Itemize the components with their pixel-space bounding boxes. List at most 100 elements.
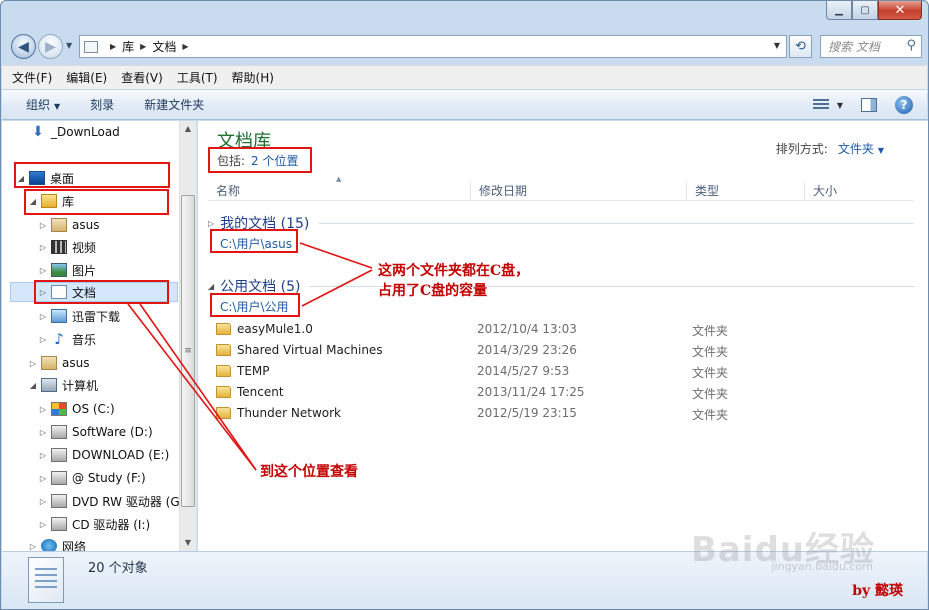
content-pane: 文档库 包括: 2 个位置 排列方式: 文件夹 ▼ ▲ 名称 修改日期 类型 大小 ▷… [198, 121, 928, 551]
collapsed-triangle-icon[interactable]: ▷ [38, 243, 48, 252]
scroll-down-icon[interactable]: ▼ [180, 535, 196, 551]
tree-item-computer[interactable]: ◢ 计算机 [28, 375, 98, 395]
address-history-chevron-icon[interactable]: ▼ [774, 41, 780, 50]
refresh-button[interactable]: ⟲ [789, 35, 812, 58]
file-row[interactable]: Tencent 2013/11/24 17:25 文件夹 [214, 383, 914, 404]
minimize-button[interactable]: ▁ [826, 1, 852, 20]
collapsed-triangle-icon[interactable]: ▷ [28, 542, 38, 551]
tree-item-asus-user[interactable]: ▷ asus [28, 353, 89, 373]
group-header-my-documents[interactable]: ▷ 我的文档 (15) [208, 213, 914, 233]
tree-item-asus-lib[interactable]: ▷ asus [38, 215, 99, 235]
column-date-modified[interactable]: 修改日期 [470, 182, 686, 200]
file-name: Shared Virtual Machines [237, 343, 383, 357]
help-icon[interactable]: ? [895, 96, 913, 114]
tree-item-drive-e[interactable]: ▷ DOWNLOAD (E:) [38, 445, 169, 465]
highlight-includes [208, 147, 312, 173]
collapsed-triangle-icon[interactable]: ▷ [28, 359, 38, 368]
tree-item-videos[interactable]: ▷ 视频 [38, 237, 96, 257]
forward-button[interactable]: ▶ [38, 34, 63, 59]
hard-drive-icon [51, 448, 67, 462]
nav-scrollbar[interactable]: ▲ ≡ ▼ [179, 121, 196, 551]
search-icon[interactable]: ⚲ [906, 38, 916, 53]
music-icon: ♪ [54, 330, 64, 348]
collapsed-triangle-icon[interactable]: ▷ [38, 335, 48, 344]
download-folder-icon [51, 309, 67, 323]
tree-item-cd-drive[interactable]: ▷ CD 驱动器 (I:) [38, 514, 150, 534]
close-button[interactable]: ✕ [878, 1, 922, 20]
video-icon [51, 240, 67, 254]
breadcrumb-separator-icon[interactable]: ▶ [140, 42, 146, 51]
collapsed-triangle-icon[interactable]: ▷ [38, 474, 48, 483]
documents-large-icon [28, 557, 64, 603]
tree-item-drive-f[interactable]: ▷ @ Study (F:) [38, 468, 146, 488]
file-row[interactable]: TEMP 2014/5/27 9:53 文件夹 [214, 362, 914, 383]
new-folder-button[interactable]: 新建文件夹 [144, 96, 204, 113]
arrange-by-dropdown[interactable]: 文件夹 [838, 142, 874, 156]
file-date: 2014/3/29 23:26 [477, 343, 577, 357]
arrange-label: 排列方式: [775, 142, 828, 156]
preview-pane-icon[interactable] [861, 98, 877, 112]
file-row[interactable]: Shared Virtual Machines 2014/3/29 23:26 … [214, 341, 914, 362]
change-view-button[interactable]: ▼ [812, 99, 843, 111]
tree-label: OS (C:) [72, 402, 115, 416]
maximize-button[interactable]: ▢ [852, 1, 878, 20]
organize-button[interactable]: 组织 ▼ [26, 96, 60, 113]
collapsed-triangle-icon[interactable]: ▷ [38, 520, 48, 529]
item-count: 20 个对象 [88, 561, 148, 576]
file-date: 2012/10/4 13:03 [477, 322, 577, 336]
tree-item-drive-c[interactable]: ▷ OS (C:) [38, 399, 115, 419]
collapsed-triangle-icon[interactable]: ▷ [38, 221, 48, 230]
collapsed-triangle-icon[interactable]: ▷ [208, 219, 214, 228]
tree-label: 网络 [62, 539, 87, 552]
tree-item-download[interactable]: ⬇ _DownLoad [30, 122, 120, 142]
column-size[interactable]: 大小 [804, 182, 912, 200]
tree-item-music[interactable]: ▷ ♪ 音乐 [38, 329, 96, 349]
tree-item-thunder-downloads[interactable]: ▷ 迅雷下载 [38, 306, 120, 326]
optical-drive-icon [51, 494, 67, 508]
hard-drive-icon [51, 471, 67, 485]
menu-tools[interactable]: 工具(T) [177, 69, 218, 86]
collapsed-triangle-icon[interactable]: ▷ [38, 266, 48, 275]
column-name[interactable]: 名称 [208, 182, 470, 200]
menu-file[interactable]: 文件(F) [12, 69, 52, 86]
menu-edit[interactable]: 编辑(E) [66, 69, 107, 86]
collapsed-triangle-icon[interactable]: ▷ [38, 497, 48, 506]
file-date: 2014/5/27 9:53 [477, 364, 570, 378]
column-type[interactable]: 类型 [686, 182, 804, 200]
breadcrumb-separator-icon[interactable]: ▶ [182, 42, 188, 51]
navigation-row: ◀ ▶ ▼ ▶ 库 ▶ 文档 ▶ ▼ ⟲ 搜索 文档 ⚲ [9, 31, 922, 61]
collapsed-triangle-icon[interactable]: ▷ [38, 312, 48, 321]
file-type: 文件夹 [692, 345, 729, 359]
breadcrumb-documents[interactable]: 文档 [152, 38, 176, 55]
tree-item-drive-d[interactable]: ▷ SoftWare (D:) [38, 422, 153, 442]
file-row[interactable]: Thunder Network 2012/5/19 23:15 文件夹 [214, 404, 914, 425]
tree-label: 视频 [72, 240, 97, 255]
expanded-triangle-icon[interactable]: ◢ [28, 381, 38, 390]
breadcrumb-separator-icon[interactable]: ▶ [110, 42, 116, 51]
tree-label: DVD RW 驱动器 (G: [72, 494, 184, 509]
tree-item-network[interactable]: ▷ 网络 [28, 536, 86, 551]
back-button[interactable]: ◀ [11, 34, 36, 59]
tree-item-pictures[interactable]: ▷ 图片 [38, 260, 96, 280]
chevron-down-icon[interactable]: ▼ [878, 146, 884, 155]
tree-item-dvd-drive[interactable]: ▷ DVD RW 驱动器 (G: [38, 491, 184, 511]
collapsed-triangle-icon[interactable]: ▷ [38, 405, 48, 414]
group-header-public-documents[interactable]: ◢ 公用文档 (5) [208, 276, 914, 296]
menu-help[interactable]: 帮助(H) [232, 69, 274, 86]
breadcrumb-library[interactable]: 库 [122, 38, 134, 55]
scroll-up-icon[interactable]: ▲ [180, 121, 196, 137]
expanded-triangle-icon[interactable]: ◢ [208, 282, 214, 291]
annotation-line: 占用了C盘的容量 [378, 283, 488, 299]
recent-pages-chevron-icon[interactable]: ▼ [66, 41, 72, 50]
address-bar[interactable]: ▶ 库 ▶ 文档 ▶ ▼ [79, 35, 787, 58]
burn-button[interactable]: 刻录 [90, 96, 114, 113]
tree-label: _DownLoad [51, 125, 120, 139]
arrange-by: 排列方式: 文件夹 ▼ [776, 140, 884, 157]
tree-label: 图片 [72, 263, 97, 278]
file-row[interactable]: easyMule1.0 2012/10/4 13:03 文件夹 [214, 320, 914, 341]
scrollbar-thumb[interactable]: ≡ [181, 195, 195, 507]
search-input[interactable]: 搜索 文档 ⚲ [820, 35, 922, 58]
collapsed-triangle-icon[interactable]: ▷ [38, 451, 48, 460]
collapsed-triangle-icon[interactable]: ▷ [38, 428, 48, 437]
menu-view[interactable]: 查看(V) [121, 69, 163, 86]
